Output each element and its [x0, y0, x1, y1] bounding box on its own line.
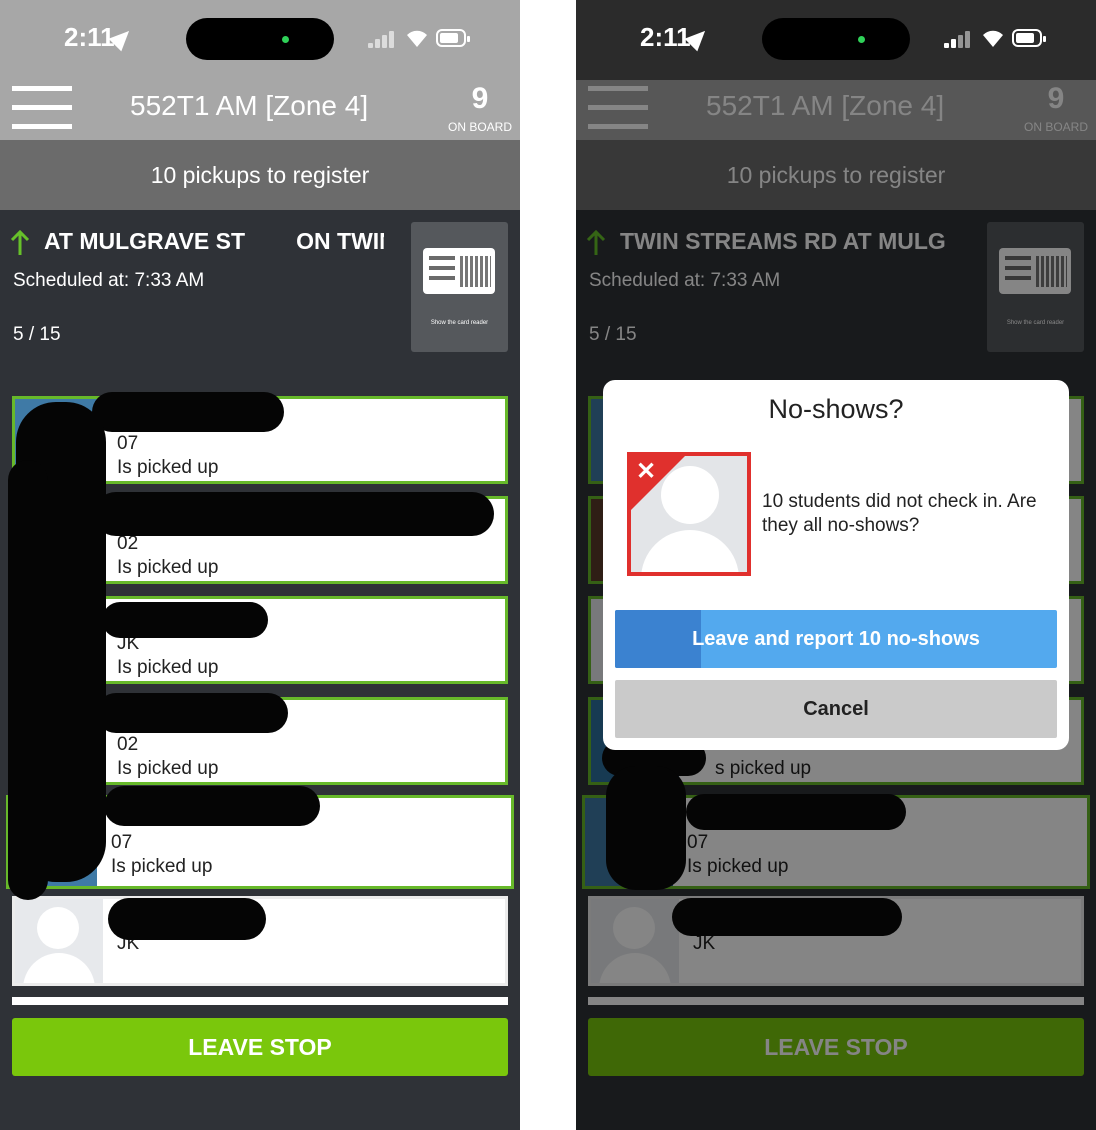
status-time: 2:11 — [640, 22, 691, 52]
app-header: 552T1 AM [Zone 4] 9 ON BOARD — [0, 80, 520, 140]
list-item-partial — [12, 997, 508, 1005]
leave-stop-label: LEAVE STOP — [188, 1034, 332, 1060]
student-status: Is picked up — [111, 856, 213, 877]
battery-icon — [436, 29, 470, 47]
redaction-mark — [672, 898, 902, 936]
pickups-banner: 10 pickups to register — [0, 140, 520, 210]
scheduled-time: Scheduled at: 7:33 AM — [13, 270, 205, 291]
report-no-shows-button[interactable]: Leave and report 10 no-shows — [615, 610, 1057, 668]
card-reader-button[interactable]: Show the card reader — [411, 222, 508, 352]
student-status: Is picked up — [117, 557, 219, 578]
status-bar: 2:11 — [576, 0, 1096, 80]
leave-stop-button[interactable]: LEAVE STOP — [12, 1018, 508, 1076]
student-status: Is picked up — [117, 457, 219, 478]
student-grade: 07 — [117, 433, 139, 454]
redaction-mark — [102, 602, 268, 638]
signal-icon — [368, 30, 398, 48]
student-status: Is picked up — [117, 758, 219, 779]
status-bar: 2:11 — [0, 0, 520, 80]
phone-screen-before: 2:11 552T1 AM [Zone 4] 9 ON BOARD 10 pic… — [0, 0, 520, 1130]
no-show-avatar-icon: ✕ — [627, 452, 751, 576]
no-show-dialog: No-shows? ✕ 10 students did not check in… — [603, 380, 1069, 750]
hamburger-menu-icon[interactable] — [12, 86, 72, 130]
dialog-title: No-shows? — [768, 394, 904, 424]
card-reader-caption: Show the card reader — [430, 320, 489, 326]
student-grade: 02 — [117, 734, 139, 755]
wifi-icon — [407, 30, 427, 47]
status-time: 2:11 — [64, 22, 115, 52]
redaction-mark — [92, 392, 284, 432]
card-reader-icon — [423, 248, 495, 294]
onboard-label: ON BOARD — [447, 120, 512, 134]
onboard-count: 9 — [471, 82, 489, 115]
up-arrow-icon — [10, 230, 30, 255]
signal-icon — [944, 30, 974, 48]
redaction-mark — [606, 766, 686, 890]
dynamic-island — [186, 18, 334, 60]
redaction-mark — [108, 898, 266, 940]
redaction-mark — [96, 693, 288, 733]
student-status: Is picked up — [117, 657, 219, 678]
stop-progress: 5 / 15 — [13, 324, 61, 345]
student-grade: 02 — [117, 533, 139, 554]
redaction-mark — [104, 786, 320, 826]
cancel-button[interactable]: Cancel — [615, 680, 1057, 738]
report-no-shows-label: Leave and report 10 no-shows — [692, 628, 980, 650]
battery-icon — [1012, 29, 1046, 47]
redaction-mark — [8, 460, 48, 900]
stop-name: AT MULGRAVE ST ON TWIN — [44, 228, 384, 254]
cancel-label: Cancel — [803, 698, 869, 720]
phone-screen-dialog: 2:11 552T1 AM [Zone 4] 9 ON BOARD 10 pic… — [576, 0, 1096, 1130]
pickups-text: 10 pickups to register — [150, 162, 370, 188]
student-grade: 07 — [111, 832, 133, 853]
redaction-mark — [94, 492, 494, 536]
wifi-icon — [983, 30, 1003, 47]
dynamic-island — [762, 18, 910, 60]
route-title: 552T1 AM [Zone 4] — [130, 90, 369, 121]
dialog-message: 10 students did not check in. Are they a… — [762, 491, 1037, 536]
avatar-placeholder — [15, 899, 103, 983]
close-icon: ✕ — [636, 458, 657, 485]
redaction-mark — [686, 794, 906, 830]
